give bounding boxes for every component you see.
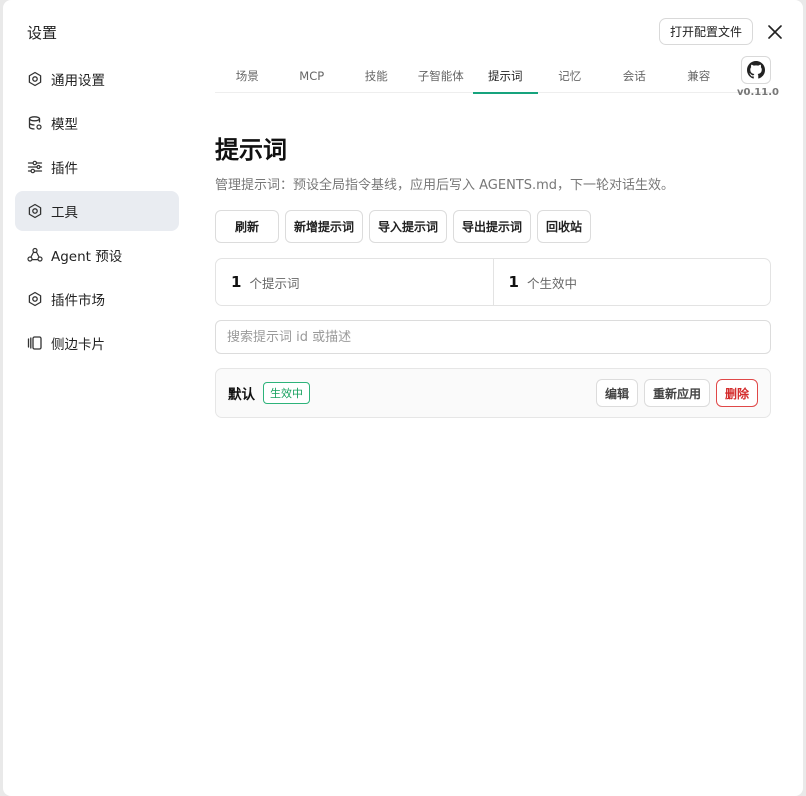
sidebar-item-agent-presets[interactable]: Agent 预设	[15, 235, 179, 275]
sidebar-item-label: 侧边卡片	[51, 337, 105, 353]
gear-icon	[27, 71, 43, 87]
database-icon	[27, 115, 43, 131]
import-prompt-button[interactable]: 导入提示词	[369, 210, 447, 243]
status-badge: 生效中	[263, 382, 310, 404]
sliders-icon	[27, 159, 43, 175]
stat-label: 个生效中	[526, 275, 577, 291]
gear-icon	[27, 203, 43, 219]
tab-sessions[interactable]: 会话	[602, 58, 667, 93]
export-prompt-button[interactable]: 导出提示词	[453, 210, 531, 243]
stat-total: 1 个提示词	[216, 259, 493, 305]
agent-icon	[27, 247, 43, 263]
sidebar-item-label: 插件市场	[51, 293, 105, 309]
search-input[interactable]	[215, 320, 771, 354]
sidebar-item-label: 工具	[51, 205, 78, 221]
edit-button[interactable]: 编辑	[595, 379, 638, 407]
sidebar-item-plugin-market[interactable]: 插件市场	[15, 279, 179, 319]
github-button[interactable]	[741, 56, 771, 84]
close-button[interactable]	[763, 20, 787, 44]
sidebar-item-tools[interactable]: 工具	[15, 191, 179, 231]
list-item: 默认 生效中 编辑 重新应用 删除	[215, 368, 771, 418]
add-prompt-button[interactable]: 新增提示词	[285, 210, 363, 243]
tab-scenes[interactable]: 场景	[215, 58, 280, 93]
version-label: v0.11.0	[737, 87, 779, 98]
page-description: 管理提示词：预设全局指令基线，应用后写入 AGENTS.md，下一轮对话生效。	[215, 178, 675, 193]
tab-prompts[interactable]: 提示词	[473, 58, 538, 94]
action-bar: 刷新 新增提示词 导入提示词 导出提示词 回收站	[215, 210, 591, 243]
sidebar-item-label: Agent 预设	[51, 249, 123, 265]
tab-compat[interactable]: 兼容	[667, 58, 732, 93]
close-icon	[768, 25, 782, 39]
row-actions: 编辑 重新应用 删除	[595, 379, 758, 407]
sidebar-item-general[interactable]: 通用设置	[15, 59, 179, 99]
sidebar-item-label: 模型	[51, 117, 78, 133]
sidebar-item-side-cards[interactable]: 侧边卡片	[15, 323, 179, 363]
recycle-bin-button[interactable]: 回收站	[537, 210, 591, 243]
tab-subagents[interactable]: 子智能体	[409, 58, 474, 93]
prompt-name: 默认	[228, 387, 255, 403]
tab-skills[interactable]: 技能	[344, 58, 409, 93]
tab-mcp[interactable]: MCP	[280, 58, 345, 93]
reapply-button[interactable]: 重新应用	[643, 379, 710, 407]
tab-bar: 场景 MCP 技能 子智能体 提示词 记忆 会话 兼容	[215, 58, 775, 94]
refresh-button[interactable]: 刷新	[215, 210, 279, 243]
settings-dialog: 设置 打开配置文件 通用设置 模型 插件 工具 Agent 预设 插件市场 侧边…	[3, 0, 803, 796]
sidebar-item-label: 插件	[51, 161, 78, 177]
sidebar-item-label: 通用设置	[51, 73, 105, 89]
stat-label: 个提示词	[249, 275, 300, 291]
stat-number: 1	[508, 273, 519, 291]
sidebar-item-plugins[interactable]: 插件	[15, 147, 179, 187]
open-config-button[interactable]: 打开配置文件	[659, 18, 754, 45]
stat-active: 1 个生效中	[492, 259, 771, 305]
stats-panel: 1 个提示词 1 个生效中	[215, 258, 771, 306]
page-title: 提示词	[215, 136, 287, 164]
delete-button[interactable]: 删除	[715, 379, 758, 407]
gear-icon	[27, 291, 43, 307]
dialog-title: 设置	[27, 24, 58, 42]
github-icon	[747, 61, 765, 79]
tab-memory[interactable]: 记忆	[538, 58, 603, 93]
cards-icon	[27, 335, 43, 351]
stat-number: 1	[231, 273, 242, 291]
sidebar: 通用设置 模型 插件 工具 Agent 预设 插件市场 侧边卡片	[15, 59, 179, 367]
sidebar-item-models[interactable]: 模型	[15, 103, 179, 143]
